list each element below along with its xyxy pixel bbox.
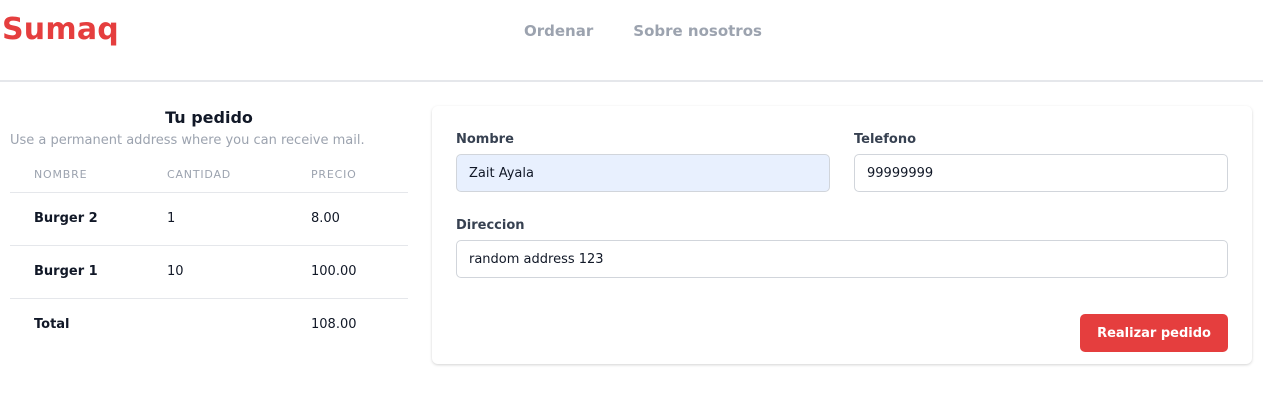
main-nav: Ordenar Sobre nosotros [524, 22, 762, 40]
order-subtitle: Use a permanent address where you can re… [10, 133, 365, 148]
column-header-cantidad: CANTIDAD [143, 158, 287, 193]
total-label: Total [34, 317, 70, 333]
order-title: Tu pedido [165, 108, 253, 127]
address-field-group: Direccion [456, 218, 1228, 278]
phone-label: Telefono [854, 132, 917, 147]
address-label: Direccion [456, 218, 525, 233]
phone-field-group: Telefono [854, 132, 1228, 192]
item-quantity: 10 [143, 245, 287, 299]
site-header: Sumaq Ordenar Sobre nosotros [0, 0, 1263, 82]
table-row: Burger 2 1 8.00 [10, 192, 408, 246]
table-header-row: NOMBRE CANTIDAD PRECIO [10, 158, 408, 193]
name-label: Nombre [456, 132, 514, 147]
name-field-group: Nombre [456, 132, 830, 192]
item-price: 100.00 [287, 245, 408, 299]
order-form: Nombre Telefono Direccion Realizar pedid… [432, 106, 1252, 364]
name-input[interactable] [456, 154, 830, 192]
item-quantity: 1 [143, 192, 287, 246]
total-price: 108.00 [311, 317, 357, 333]
total-quantity [143, 298, 287, 351]
order-table: NOMBRE CANTIDAD PRECIO Burger 2 1 8.00 B… [10, 158, 408, 351]
place-order-button[interactable]: Realizar pedido [1080, 314, 1228, 352]
address-input[interactable] [456, 240, 1228, 278]
table-row: Burger 1 10 100.00 [10, 245, 408, 299]
nav-link-ordenar[interactable]: Ordenar [524, 22, 593, 40]
brand-logo[interactable]: Sumaq [2, 12, 119, 47]
column-header-precio: PRECIO [287, 158, 408, 193]
nav-link-sobre-nosotros[interactable]: Sobre nosotros [633, 22, 762, 40]
phone-input[interactable] [854, 154, 1228, 192]
item-price: 8.00 [287, 192, 408, 246]
item-name: Burger 2 [10, 192, 143, 246]
total-row: Total 108.00 [10, 298, 408, 351]
column-header-nombre: NOMBRE [10, 158, 143, 193]
order-summary: Tu pedido Use a permanent address where … [10, 108, 408, 351]
item-name: Burger 1 [10, 245, 143, 299]
